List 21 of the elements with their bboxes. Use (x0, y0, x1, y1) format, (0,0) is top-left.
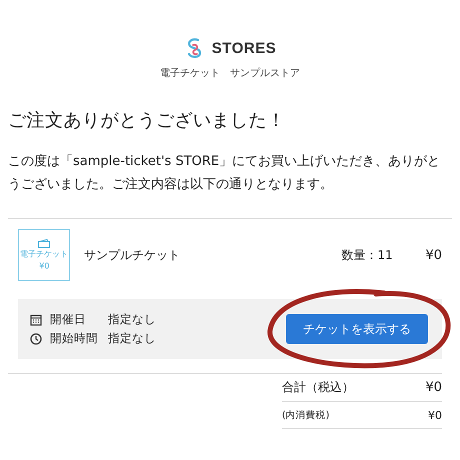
thank-you-message: この度は「sample-ticket's STORE」にてお買い上げいただき、ありがとうございました。ご注文内容は以下の通りとなります。 (8, 153, 442, 194)
item-price: ¥0 (425, 248, 442, 262)
store-name: 電子チケット サンプルストア (160, 66, 300, 80)
show-ticket-button[interactable]: チケットを表示する (286, 314, 428, 344)
detail-value: 指定なし (108, 331, 156, 346)
calendar-icon (30, 314, 42, 326)
item-name: サンプルチケット (84, 246, 181, 264)
detail-label: 開催日 (50, 312, 87, 327)
brand-name: STORES (212, 40, 276, 56)
total-label: 合計（税込） (282, 379, 354, 396)
thumbnail-price: ¥0 (38, 262, 50, 270)
total-label: (内消費税) (282, 408, 330, 422)
total-value: ¥0 (428, 408, 442, 422)
page-heading: ご注文ありがとうございました！ (8, 109, 286, 132)
total-value: ¥0 (425, 380, 442, 395)
thumbnail-label: 電子チケット (20, 250, 68, 258)
item-quantity: 数量：11 (341, 246, 394, 264)
ticket-icon (38, 238, 50, 248)
clock-icon (30, 332, 42, 344)
detail-label: 開始時間 (50, 331, 99, 346)
detail-value: 指定なし (108, 312, 156, 327)
